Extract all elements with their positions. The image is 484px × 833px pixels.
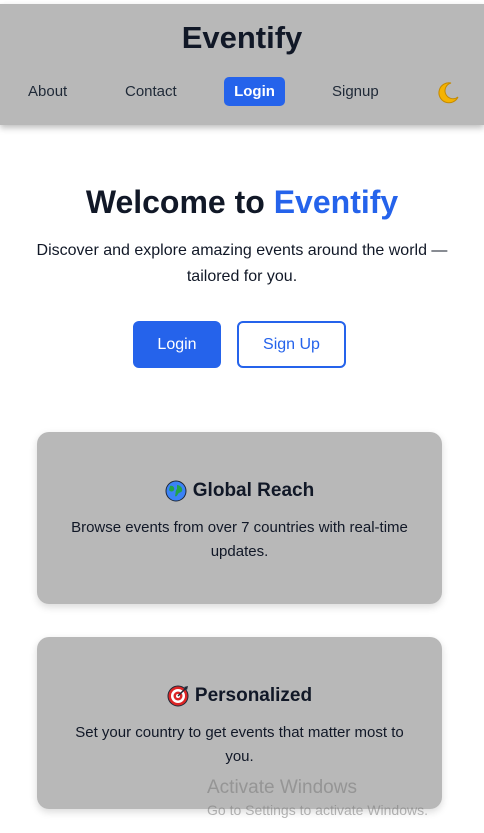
globe-icon <box>165 480 187 502</box>
site-header: Eventify About Contact Login Signup <box>0 4 484 125</box>
feature-title-row: Global Reach <box>37 480 442 502</box>
hero-title-accent: Eventify <box>273 184 399 220</box>
brand-title: Eventify <box>181 20 303 55</box>
watermark-title: Activate Windows <box>207 777 357 798</box>
login-button[interactable]: Login <box>133 321 221 368</box>
hero-subtitle: Discover and explore amazing events arou… <box>36 242 448 285</box>
feature-title: Personalized <box>194 685 313 706</box>
hero-title: Welcome to Eventify <box>0 184 484 221</box>
nav-contact-link[interactable]: Contact <box>125 77 177 106</box>
feature-title-row: Personalized <box>37 685 442 707</box>
feature-card-global-reach: Global Reach Browse events from over 7 c… <box>37 432 442 604</box>
nav-about-link[interactable]: About <box>28 77 67 106</box>
activate-windows-watermark: Activate Windows Go to Settings to activ… <box>207 777 428 818</box>
hero-title-prefix: Welcome to <box>85 184 274 220</box>
signup-button[interactable]: Sign Up <box>237 321 346 368</box>
nav-signup-link[interactable]: Signup <box>332 77 379 106</box>
feature-description: Browse events from over 7 countries with… <box>71 519 408 560</box>
feature-title: Global Reach <box>192 480 315 501</box>
target-icon <box>167 685 189 707</box>
moon-icon <box>438 82 459 104</box>
theme-toggle-button[interactable] <box>434 80 460 106</box>
feature-description: Set your country to get events that matt… <box>75 724 404 765</box>
nav-login-link[interactable]: Login <box>224 77 285 106</box>
watermark-subtitle: Go to Settings to activate Windows. <box>207 802 428 818</box>
